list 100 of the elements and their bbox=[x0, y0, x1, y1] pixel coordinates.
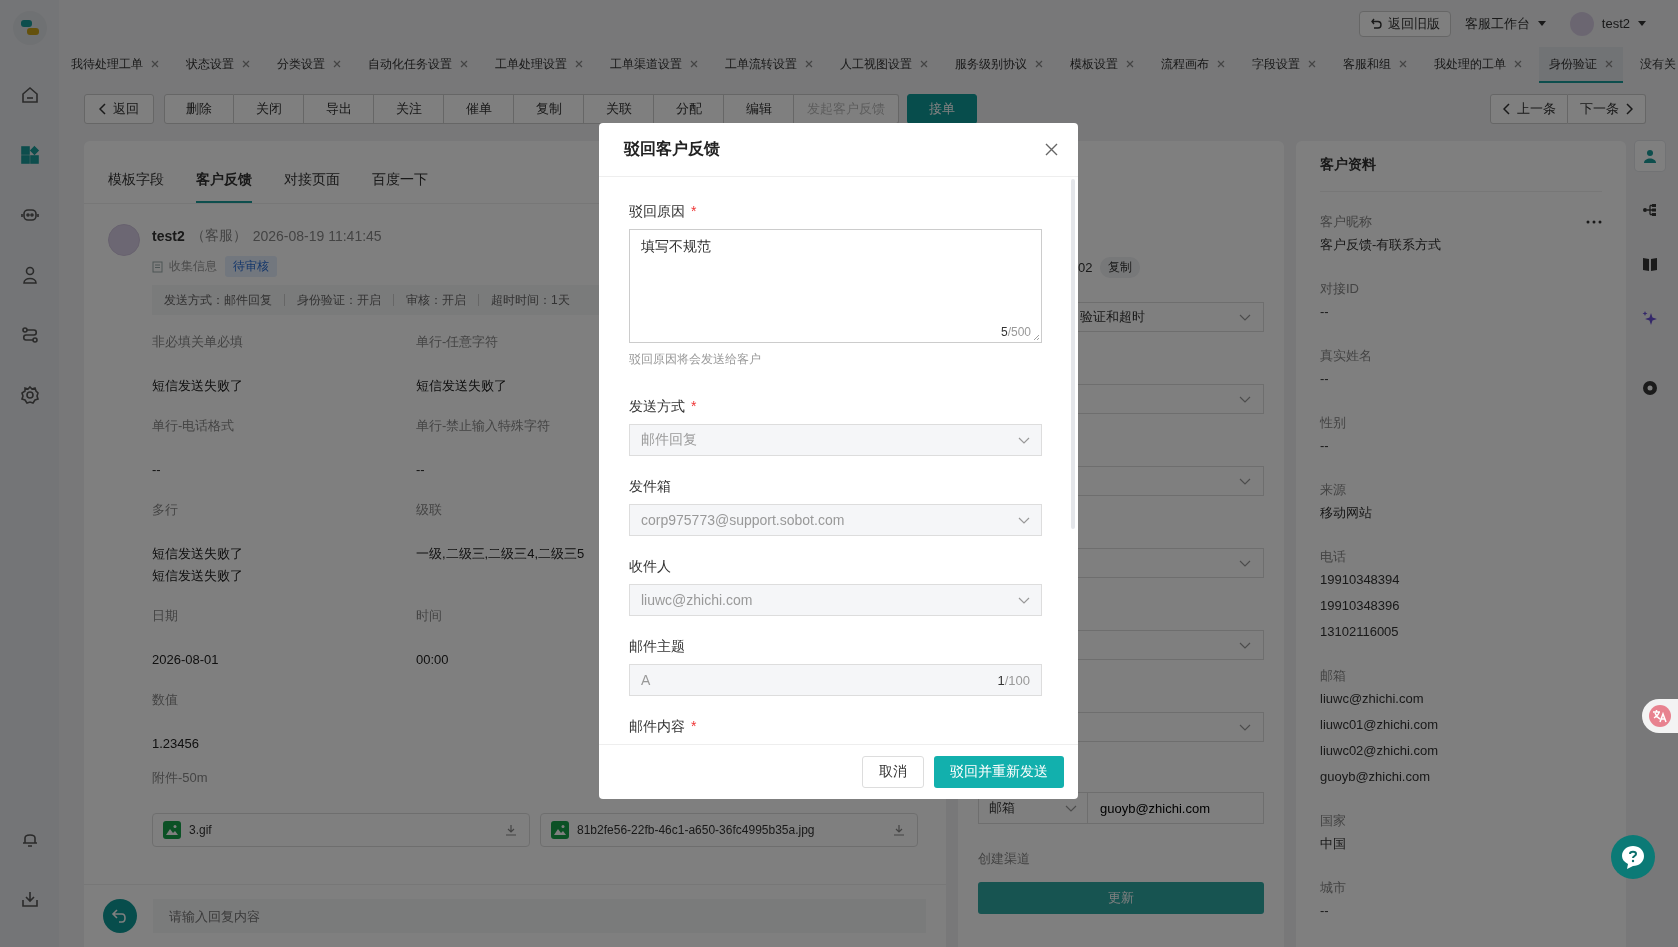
action-button[interactable]: 关闭 bbox=[234, 94, 304, 124]
select-field[interactable] bbox=[1078, 466, 1264, 496]
close-icon[interactable] bbox=[460, 60, 468, 68]
help-icon[interactable] bbox=[1611, 835, 1655, 879]
attachment[interactable]: 3.gif bbox=[152, 813, 530, 847]
select-field[interactable] bbox=[1078, 630, 1264, 660]
select-field[interactable]: 验证和超时 bbox=[1078, 302, 1264, 332]
resize-icon[interactable] bbox=[1033, 334, 1040, 341]
page-tab[interactable]: 字段设置 bbox=[1252, 47, 1326, 83]
field-label: 级联 bbox=[416, 501, 442, 519]
chevron-left-icon bbox=[1502, 103, 1511, 115]
close-icon[interactable] bbox=[1126, 60, 1134, 68]
back-button[interactable]: 返回 bbox=[84, 94, 154, 124]
field-value: 19910348396 bbox=[1320, 597, 1401, 615]
subject-input[interactable]: A 1/100 bbox=[629, 664, 1042, 696]
page-tab[interactable]: 流程画布 bbox=[1161, 47, 1235, 83]
translate-icon[interactable] bbox=[1642, 699, 1678, 733]
action-button[interactable]: 关联 bbox=[584, 94, 654, 124]
field-label: 邮件内容 bbox=[629, 718, 685, 736]
person-icon[interactable] bbox=[1635, 141, 1665, 171]
detail-tab[interactable]: 客户反馈 bbox=[196, 171, 252, 203]
action-button[interactable]: 复制 bbox=[514, 94, 584, 124]
reply-icon[interactable] bbox=[103, 899, 137, 933]
close-icon[interactable] bbox=[1399, 60, 1407, 68]
page-tab[interactable]: 人工视图设置 bbox=[840, 47, 938, 83]
download-icon[interactable] bbox=[893, 824, 905, 836]
page-tab[interactable]: 分类设置 bbox=[277, 47, 351, 83]
contact-input[interactable]: guoyb@zhichi.com bbox=[1088, 792, 1264, 824]
field-label: 来源 bbox=[1320, 481, 1346, 499]
field-label: 创建渠道 bbox=[978, 850, 1031, 868]
reply-input[interactable]: 请输入回复内容 bbox=[153, 899, 926, 933]
page-tab[interactable]: 身份验证 bbox=[1539, 47, 1623, 83]
close-icon[interactable] bbox=[575, 60, 583, 68]
page-tab[interactable]: 工单流转设置 bbox=[725, 47, 823, 83]
detail-tab[interactable]: 百度一下 bbox=[372, 171, 428, 203]
close-icon[interactable] bbox=[151, 60, 159, 68]
action-button[interactable]: 关注 bbox=[374, 94, 444, 124]
author-name: test2 bbox=[152, 228, 185, 244]
field-value: -- bbox=[416, 461, 425, 479]
copy-button[interactable]: 复制 bbox=[1100, 256, 1141, 278]
close-icon[interactable] bbox=[242, 60, 250, 68]
route-icon[interactable] bbox=[19, 325, 40, 345]
select-field[interactable] bbox=[1078, 384, 1264, 414]
download-icon[interactable] bbox=[505, 824, 517, 836]
attachment[interactable]: 81b2fe56-22fb-46c1-a650-36fc4995b35a.jpg bbox=[540, 813, 918, 847]
page-tab[interactable]: 工单处理设置 bbox=[495, 47, 593, 83]
reason-textarea[interactable]: 填写不规范 5/500 bbox=[629, 229, 1042, 343]
workspace-dropdown[interactable]: 客服工作台 bbox=[1464, 14, 1546, 33]
grid-icon[interactable] bbox=[19, 145, 40, 165]
page-tab[interactable]: 没有关 bbox=[1640, 47, 1678, 83]
page-tab[interactable]: 状态设置 bbox=[186, 47, 260, 83]
field-label: 邮件主题 bbox=[629, 638, 685, 656]
page-tab[interactable]: 我待处理工单 bbox=[71, 47, 169, 83]
accept-button[interactable]: 接单 bbox=[907, 94, 977, 124]
action-button[interactable]: 编辑 bbox=[724, 94, 794, 124]
close-icon[interactable] bbox=[1308, 60, 1316, 68]
select-field[interactable] bbox=[1078, 712, 1264, 742]
page-tab[interactable]: 我处理的工单 bbox=[1434, 47, 1532, 83]
close-icon[interactable] bbox=[1514, 60, 1522, 68]
field-value: liuwc@zhichi.com bbox=[1320, 690, 1425, 708]
reject-and-resend-button[interactable]: 驳回并重新发送 bbox=[934, 756, 1064, 788]
detail-tab[interactable]: 模板字段 bbox=[108, 171, 164, 203]
chevron-down-icon bbox=[1018, 436, 1030, 444]
chevron-down-icon bbox=[1239, 559, 1251, 567]
close-icon[interactable] bbox=[333, 60, 341, 68]
page-tab[interactable]: 客服和组 bbox=[1343, 47, 1417, 83]
action-button[interactable]: 删除 bbox=[164, 94, 234, 124]
field-value: -- bbox=[1320, 370, 1330, 388]
page-tab[interactable]: 自动化任务设置 bbox=[368, 47, 478, 83]
close-icon[interactable] bbox=[690, 60, 698, 68]
close-icon[interactable] bbox=[1217, 60, 1225, 68]
field-value: liuwc01@zhichi.com bbox=[1320, 716, 1439, 734]
more-icon[interactable] bbox=[1586, 220, 1602, 224]
home-icon[interactable] bbox=[19, 85, 40, 105]
select-field[interactable]: 邮件回复 bbox=[629, 424, 1042, 456]
action-button[interactable]: 催单 bbox=[444, 94, 514, 124]
download-icon[interactable] bbox=[19, 889, 40, 909]
detail-tab[interactable]: 对接页面 bbox=[284, 171, 340, 203]
page-tab[interactable]: 模板设置 bbox=[1070, 47, 1144, 83]
close-icon[interactable] bbox=[1035, 60, 1043, 68]
action-button[interactable]: 导出 bbox=[304, 94, 374, 124]
cancel-button[interactable]: 取消 bbox=[862, 756, 924, 788]
select-field[interactable]: corp975773@support.sobot.com bbox=[629, 504, 1042, 536]
user-menu[interactable]: test2 bbox=[1601, 16, 1646, 31]
field-label: 驳回原因 bbox=[629, 203, 685, 221]
back-to-old-version-button[interactable]: 返回旧版 bbox=[1358, 10, 1451, 37]
settings-icon[interactable] bbox=[19, 385, 40, 405]
chevron-down-icon bbox=[1018, 596, 1030, 604]
character-counter: 5/500 bbox=[1000, 325, 1031, 339]
page-tab[interactable]: 工单渠道设置 bbox=[610, 47, 708, 83]
undo-icon bbox=[1369, 17, 1383, 30]
close-icon[interactable] bbox=[920, 60, 928, 68]
close-icon[interactable] bbox=[1045, 143, 1058, 156]
select-field[interactable] bbox=[1078, 548, 1264, 578]
update-button[interactable]: 更新 bbox=[978, 882, 1264, 914]
close-icon[interactable] bbox=[805, 60, 813, 68]
ticket-id: 02 bbox=[1078, 259, 1093, 275]
select-field[interactable]: liuwc@zhichi.com bbox=[629, 584, 1042, 616]
action-button[interactable]: 分配 bbox=[654, 94, 724, 124]
page-tab[interactable]: 服务级别协议 bbox=[955, 47, 1053, 83]
